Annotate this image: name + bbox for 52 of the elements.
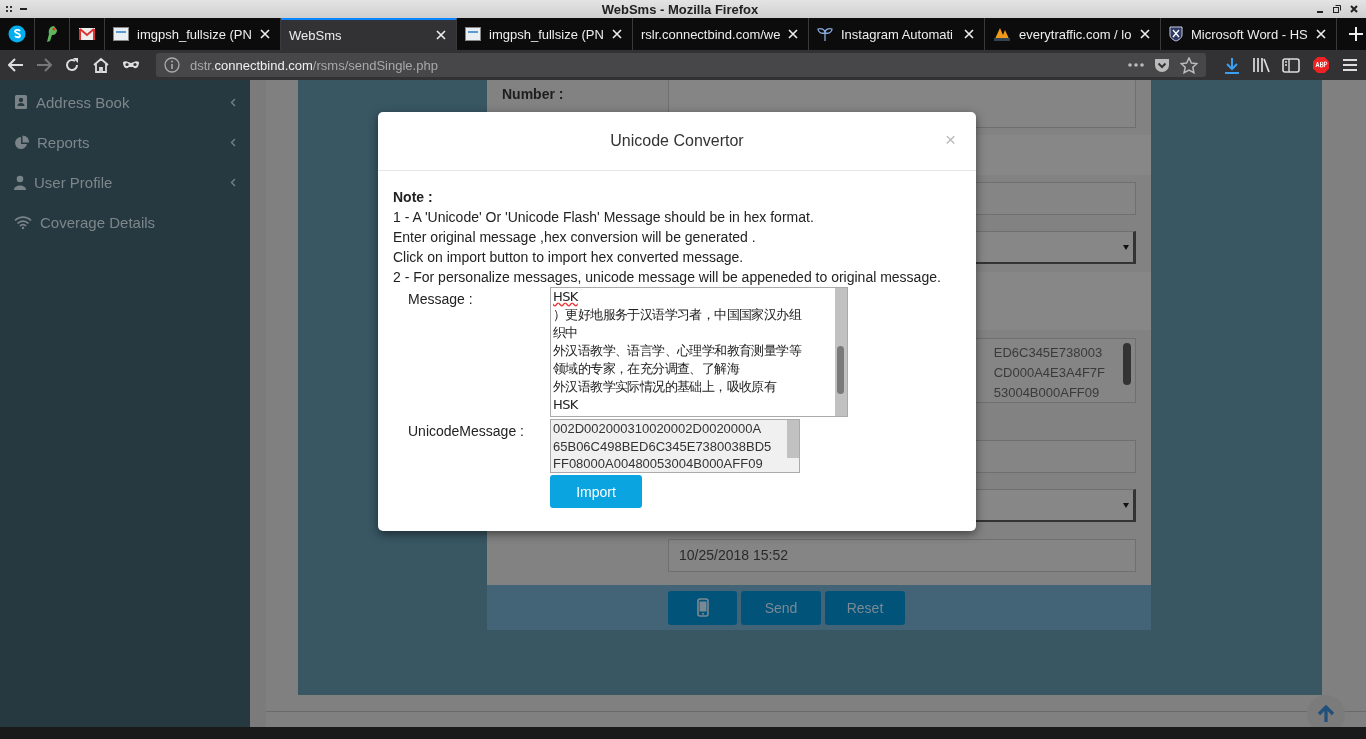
- unicode-text-area[interactable]: 002D002000310020002D0020000A 65B06C498BED6C345E7380038BD5 FF08000A00480053004B000AFF09: [550, 419, 800, 473]
- restore-icon[interactable]: [1333, 5, 1341, 13]
- home-icon[interactable]: [92, 57, 110, 73]
- more-icon[interactable]: [1128, 63, 1144, 67]
- window-title: WebSms - Mozilla Firefox: [600, 1, 760, 17]
- new-tab-icon[interactable]: [1349, 27, 1363, 41]
- caret-icon: [1123, 502, 1129, 508]
- close-icon[interactable]: [1350, 5, 1358, 13]
- forward-icon[interactable]: [36, 58, 52, 72]
- image-icon: [465, 26, 481, 42]
- contact-book-icon: [14, 94, 28, 110]
- star-icon[interactable]: [1180, 56, 1198, 74]
- browser-tab[interactable]: WebSms: [281, 18, 457, 50]
- adblock-icon[interactable]: [1312, 56, 1330, 74]
- field-label: UnicodeMessage :: [407, 422, 525, 441]
- mail-icon: [79, 28, 95, 40]
- note-text: Click on import button to import hex converted message.: [393, 248, 745, 267]
- skype-icon: [8, 25, 26, 43]
- menu-icon[interactable]: [1342, 58, 1358, 72]
- arrow-up-icon: [1317, 705, 1335, 723]
- address-bar[interactable]: dstr.connectbind.com/rsms/sendSingle.php: [156, 53, 1206, 77]
- parrot-icon: [45, 25, 59, 43]
- scrollbar-thumb[interactable]: [837, 346, 844, 394]
- library-icon[interactable]: [1252, 57, 1270, 73]
- download-icon[interactable]: [1224, 56, 1240, 74]
- message-text-area[interactable]: HSK ）更好地服务于汉语学习者，中国国家汉办组 织中 外汉语教学、语言学、心理学和教育测量学等 领域的专家，在充分调查、了解海 外汉语教学实际情况的基础上，吸收原有 HSK: [550, 287, 848, 417]
- image-icon: [113, 26, 129, 42]
- scrollbar-thumb[interactable]: [1123, 343, 1131, 385]
- url-text: dstr.connectbind.com/rsms/sendSingle.php: [190, 57, 438, 73]
- pie-chart-icon: [14, 134, 29, 150]
- mask-icon[interactable]: [122, 60, 140, 70]
- back-icon[interactable]: [8, 58, 24, 72]
- reload-icon[interactable]: [64, 57, 80, 73]
- sidebar-icon[interactable]: [1282, 57, 1300, 73]
- note-heading: Note :: [393, 188, 434, 207]
- sprout-icon: [817, 26, 833, 42]
- peaks-icon: [993, 26, 1011, 42]
- window-menu-icon[interactable]: [6, 6, 12, 12]
- wifi-icon: [14, 215, 32, 229]
- note-text: Enter original message ,hex conversion will be generated .: [393, 228, 757, 247]
- pocket-icon[interactable]: [1154, 57, 1170, 73]
- note-text: 1 - A 'Unicode' Or 'Unicode Flash' Message should be in hex format.: [393, 208, 815, 227]
- field-label: Number :: [501, 85, 565, 102]
- note-text: 2 - For personalize messages, unicode message will be appeneded to original message.: [393, 268, 942, 287]
- field-label: Message :: [407, 290, 474, 309]
- phone-icon: [696, 598, 709, 617]
- caret-icon: [1123, 244, 1129, 250]
- user-icon: [14, 174, 26, 190]
- date-time-field[interactable]: 10/25/2018 15:52: [668, 538, 1136, 572]
- modal-title: Unicode Convertor: [610, 132, 744, 150]
- info-icon[interactable]: [164, 57, 180, 73]
- shield-icon: [1169, 26, 1183, 42]
